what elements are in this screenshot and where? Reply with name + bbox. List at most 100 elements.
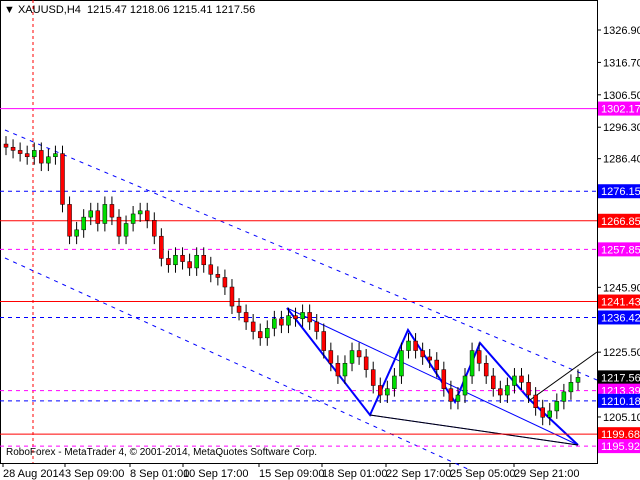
triangle-down-icon[interactable]: ▼: [4, 4, 15, 16]
candle-body: [554, 401, 560, 412]
candle-body: [505, 385, 510, 396]
candle-body: [547, 410, 553, 418]
candle-body: [349, 350, 355, 364]
candle-body: [533, 394, 538, 408]
candle-body: [81, 216, 86, 231]
candle-body: [243, 312, 249, 323]
x-tick-label: 8 Sep 01:00: [130, 468, 189, 480]
price-label: 1195.92: [601, 441, 640, 453]
candle-body: [483, 363, 489, 377]
candle-body: [173, 254, 178, 266]
candle-body: [144, 210, 150, 221]
copyright-text: RoboForex - MetaTrader 4, © 2001-2014, M…: [6, 447, 318, 458]
candle-body: [378, 385, 383, 396]
candle-body: [434, 359, 440, 370]
x-tick-label: 25 Sep 05:00: [450, 468, 515, 480]
candle-body: [109, 204, 115, 218]
candle-body: [257, 331, 263, 339]
y-tick-label: 1205.10: [603, 412, 640, 424]
candle-body: [370, 369, 376, 386]
candle-body: [335, 363, 341, 377]
candle-body: [293, 315, 298, 320]
candle-body: [201, 254, 206, 266]
candle-body: [406, 340, 411, 351]
candle-body: [236, 305, 242, 313]
candle-body: [152, 220, 157, 237]
candle-body: [67, 204, 72, 237]
x-tick-label: 18 Sep 01:00: [322, 468, 387, 480]
price-label: 1217.56: [601, 372, 640, 384]
candle-body: [342, 363, 348, 377]
candle-body: [279, 318, 284, 326]
symbol-label: XAUUSD,H4: [17, 4, 81, 16]
candle-body: [88, 210, 93, 218]
price-label: 1302.17: [601, 104, 640, 116]
y-tick-label: 1296.30: [603, 122, 640, 134]
candle-body: [130, 213, 136, 224]
candle-body: [10, 146, 16, 151]
y-tick-label: 1316.70: [603, 57, 640, 69]
price-label: 1210.18: [601, 396, 640, 408]
y-tick-label: 1326.90: [603, 25, 640, 37]
candle-body: [314, 321, 319, 332]
y-tick-label: 1286.40: [603, 154, 640, 166]
candle-body: [215, 274, 221, 278]
candle-body: [399, 350, 404, 377]
candle-body: [307, 312, 312, 323]
ohlc-values: 1215.47 1218.06 1215.41 1217.56: [87, 4, 256, 16]
y-tick-label: 1245.90: [603, 282, 640, 294]
candle-body: [272, 318, 277, 329]
x-tick-label: 3 Sep 09:00: [65, 468, 124, 480]
price-label: 1266.85: [601, 216, 640, 228]
candle-body: [455, 394, 461, 402]
candle-body: [31, 150, 37, 158]
y-tick-label: 1306.50: [603, 90, 640, 102]
candle-body: [3, 143, 9, 148]
candle-body: [222, 277, 228, 288]
candle-body: [392, 375, 397, 389]
chart-header: ▼ XAUUSD,H4 1215.47 1218.06 1215.41 1217…: [4, 4, 255, 16]
candle-body: [498, 388, 503, 396]
candle-body: [519, 375, 524, 383]
candle-body: [286, 315, 291, 326]
x-tick-label: 28 Aug 2014: [3, 468, 65, 480]
candle-body: [300, 312, 305, 320]
candle-body: [321, 331, 327, 351]
candle-body: [123, 223, 129, 237]
candle-body: [180, 254, 185, 262]
candle-body: [39, 150, 44, 164]
candle-body: [476, 350, 482, 364]
candle-body: [208, 264, 214, 275]
candle-body: [102, 204, 108, 224]
candle-body: [540, 407, 545, 418]
candle-body: [74, 229, 79, 237]
candle-body: [526, 382, 531, 396]
candle-body: [568, 382, 574, 393]
candle-body: [24, 153, 30, 158]
candle-body: [229, 286, 235, 307]
x-tick-label: 15 Sep 09:00: [259, 468, 324, 480]
candle-body: [95, 210, 101, 224]
candle-body: [512, 375, 517, 386]
price-label: 1236.42: [601, 312, 640, 324]
candle-body: [46, 156, 51, 164]
candle-body: [385, 388, 390, 396]
price-label: 1257.85: [601, 244, 640, 256]
x-tick-label: 29 Sep 21:00: [514, 468, 579, 480]
price-chart[interactable]: 1326.90 1316.70 1306.50 1296.30 1286.40 1245.…: [0, 0, 640, 480]
candle-body: [53, 153, 58, 158]
candle-body: [561, 391, 567, 402]
candle-body: [420, 350, 425, 358]
candle-body: [187, 261, 192, 269]
candle-body: [17, 150, 23, 154]
candle-body: [491, 375, 496, 389]
y-tick-label: 1225.50: [603, 347, 640, 359]
price-label: 1241.43: [601, 297, 640, 309]
candle-body: [265, 328, 270, 339]
candle-body: [363, 356, 369, 370]
x-tick-label: 22 Sep 17:00: [386, 468, 451, 480]
candle-body: [448, 388, 454, 402]
candle-body: [469, 350, 475, 377]
candle-body: [356, 350, 362, 358]
candle-body: [137, 210, 143, 215]
